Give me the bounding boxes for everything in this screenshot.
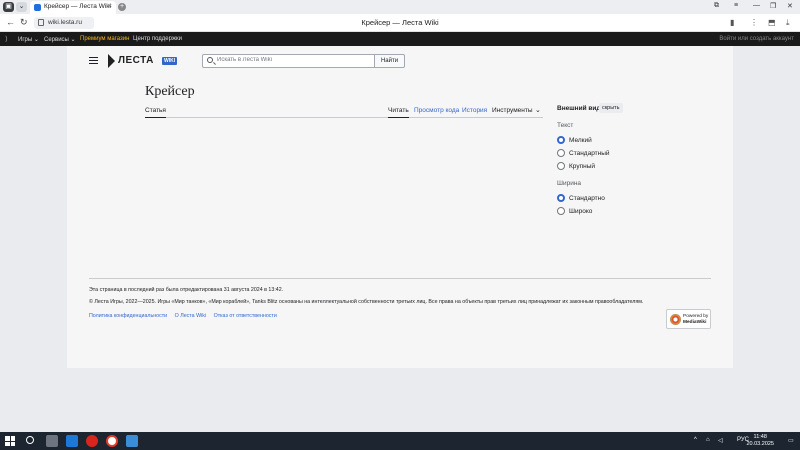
topnav-premium-shop[interactable]: Премиум магазин — [80, 36, 129, 42]
tray-chevron-icon[interactable]: ^ — [694, 437, 697, 443]
lesta-top-nav: ⟩ Игры ⌄ Сервисы ⌄ Премиум магазин Центр… — [0, 32, 800, 46]
logo-badge: WIKI — [162, 57, 178, 65]
search-button[interactable]: Найти — [374, 54, 405, 68]
windows-start-icon[interactable] — [5, 436, 15, 446]
appearance-hide-button[interactable]: скрыть — [599, 103, 623, 113]
powered-by-text: Powered by MediaWiki — [683, 314, 709, 325]
mail-app-icon[interactable] — [66, 435, 78, 447]
browser-tab-bar: ▣ ⌄ Крейсер — Леста Wiki × + ⧉ ≡ — ❐ ✕ — [0, 0, 800, 14]
page-tabs: Статья Читать Просмотр кода История Инст… — [145, 104, 543, 118]
taskbar-search-icon[interactable] — [26, 436, 34, 444]
page-title: Крейсер — [145, 84, 195, 99]
telegram-icon[interactable] — [126, 435, 138, 447]
browser-tab-active[interactable]: Крейсер — Леста Wiki × — [30, 1, 116, 14]
radio-checked-icon[interactable] — [557, 136, 565, 144]
opera-icon[interactable] — [86, 435, 98, 447]
topnav-games[interactable]: Игры ⌄ — [18, 36, 39, 43]
about-link[interactable]: О Леста Wiki — [175, 313, 206, 319]
privacy-link[interactable]: Политика конфиденциальности — [89, 313, 167, 319]
browser-tab-title: Крейсер — Леста Wiki — [44, 3, 111, 10]
disclaimer-link[interactable]: Отказ от ответственности — [214, 313, 277, 319]
download-icon[interactable]: ⤓ — [786, 18, 790, 28]
address-bar: ← ↻ wiki.lesta.ru Крейсер — Леста Wiki ▮… — [0, 14, 800, 32]
radio-label: Стандартный — [569, 150, 610, 157]
radio-label: Широко — [569, 208, 593, 215]
search-icon — [207, 57, 213, 63]
logo-chevron-icon — [108, 54, 115, 68]
new-tab-icon[interactable]: + — [118, 3, 126, 11]
powered-by-mediawiki-badge[interactable]: Powered by MediaWiki — [666, 309, 711, 329]
login-link[interactable]: Войти или создать аккаунт — [719, 36, 794, 42]
tab-read[interactable]: Читать — [388, 107, 409, 118]
footer-divider — [89, 278, 711, 279]
logo-text: ЛЕСТА — [118, 55, 154, 66]
radio-label: Крупный — [569, 163, 595, 170]
text-size-label: Текст — [557, 122, 574, 129]
appearance-title: Внешний вид — [557, 105, 601, 112]
topnav-support[interactable]: Центр поддержки — [133, 36, 182, 42]
search-box[interactable] — [202, 54, 375, 68]
chevron-down-icon[interactable]: ⌄ — [535, 106, 541, 114]
tab-tools[interactable]: Инструменты — [492, 107, 533, 114]
tab-view-source[interactable]: Просмотр кода — [414, 107, 459, 114]
mediawiki-logo-icon — [670, 314, 681, 325]
radio-checked-icon[interactable] — [557, 194, 565, 202]
lesta-mark-icon[interactable]: ⟩ — [5, 35, 8, 43]
radio-unchecked-icon[interactable] — [557, 207, 565, 215]
radio-unchecked-icon[interactable] — [557, 149, 565, 157]
topnav-services[interactable]: Сервисы ⌄ — [44, 36, 76, 43]
volume-icon[interactable]: ◁ — [718, 437, 723, 444]
bookmarks-panel-icon[interactable]: ⧉ — [714, 2, 719, 10]
wiki-page: ЛЕСТА WIKI Найти Крейсер Статья Читать П… — [67, 46, 733, 368]
search-input[interactable] — [217, 57, 367, 63]
clock[interactable]: 11:48 20.03.2025 — [746, 434, 774, 448]
task-view-icon[interactable] — [46, 435, 58, 447]
tab-history[interactable]: История — [462, 107, 487, 114]
tab-article[interactable]: Статья — [145, 107, 166, 118]
maximize-icon[interactable]: ❐ — [770, 2, 776, 10]
clock-date: 20.03.2025 — [746, 441, 774, 447]
hamburger-menu-icon[interactable] — [89, 57, 98, 64]
site-favicon-icon — [34, 4, 41, 11]
window-title: Крейсер — Леста Wiki — [361, 18, 439, 27]
radio-unchecked-icon[interactable] — [557, 162, 565, 170]
tab-close-icon[interactable]: × — [108, 3, 112, 10]
more-icon[interactable]: ⋮ — [750, 18, 758, 27]
radio-label: Стандартно — [569, 195, 605, 202]
footer-links: Политика конфиденциальности О Леста Wiki… — [89, 313, 283, 319]
network-icon[interactable]: ⌂ — [706, 437, 710, 443]
yandex-browser-icon[interactable] — [106, 435, 118, 447]
minimize-icon[interactable]: — — [753, 2, 760, 9]
tabs-dropdown-icon[interactable]: ⌄ — [16, 2, 27, 12]
copyright-text: © Леста Игры, 2022—2025. Игры «Мир танко… — [89, 299, 644, 305]
radio-label: Мелкий — [569, 137, 592, 144]
last-edited-text: Эта страница в последний раз была отреда… — [89, 287, 284, 293]
clock-time: 11:48 — [753, 434, 767, 440]
bookmark-icon[interactable]: ▮ — [730, 18, 734, 27]
close-window-icon[interactable]: ✕ — [787, 2, 793, 10]
downloads-icon[interactable]: ⬒ — [768, 18, 776, 27]
taskbar: ^ ⌂ ◁ РУС 11:48 20.03.2025 ▭ — [0, 432, 800, 450]
notifications-icon[interactable]: ▭ — [788, 437, 794, 444]
width-label: Ширина — [557, 180, 582, 187]
menu-icon[interactable]: ≡ — [734, 2, 738, 9]
tab-manager-icon[interactable]: ▣ — [3, 2, 14, 12]
